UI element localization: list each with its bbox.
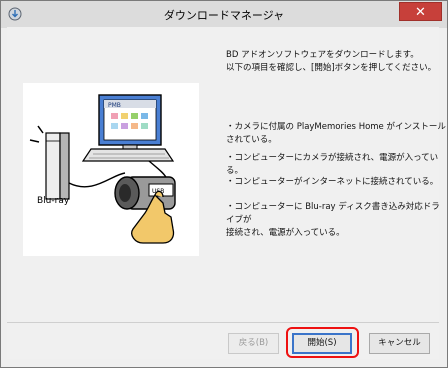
intro-line-2: 以下の項目を確認し、[開始]ボタンを押してください。 [226,63,437,73]
bluray-label: Blu-ray [37,196,70,206]
connection-diagram: Blu-ray PMB [29,94,176,244]
keyboard-icon [81,148,175,162]
close-button[interactable]: ✕ [399,2,442,21]
activity-lines-icon [29,125,44,143]
cancel-button[interactable]: キャンセル [369,333,430,354]
checklist-item-2: ・コンピューターにカメラが接続され、電源が入っている。 [226,153,439,176]
connection-illustration: Blu-ray PMB [23,83,199,256]
title-bar[interactable]: ダウンロードマネージャ ✕ [1,1,447,28]
pmb-screen-label: PMB [108,102,121,109]
window-title: ダウンロードマネージャ [163,9,285,22]
footer-separator [7,322,439,323]
checklist-item-3: ・コンピューターがインターネットに接続されている。 [226,177,439,187]
camcorder-icon [114,176,176,210]
checklist-item-4: ・コンピューターに Blu-ray ディスク書き込み対応ドライブが 接続され、電… [226,202,440,238]
back-button[interactable]: 戻る(B) [228,333,279,354]
bluray-drive-icon [45,132,70,200]
start-button-highlight [286,327,359,358]
intro-line-1: BD アドオンソフトウェアをダウンロードします。 [226,50,419,60]
checklist-item-1: ・カメラに付属の PlayMemories Home がインストール されている… [226,122,446,145]
intro-text: BD アドオンソフトウェアをダウンロードします。 以下の項目を確認し、[開始]ボ… [226,49,436,75]
